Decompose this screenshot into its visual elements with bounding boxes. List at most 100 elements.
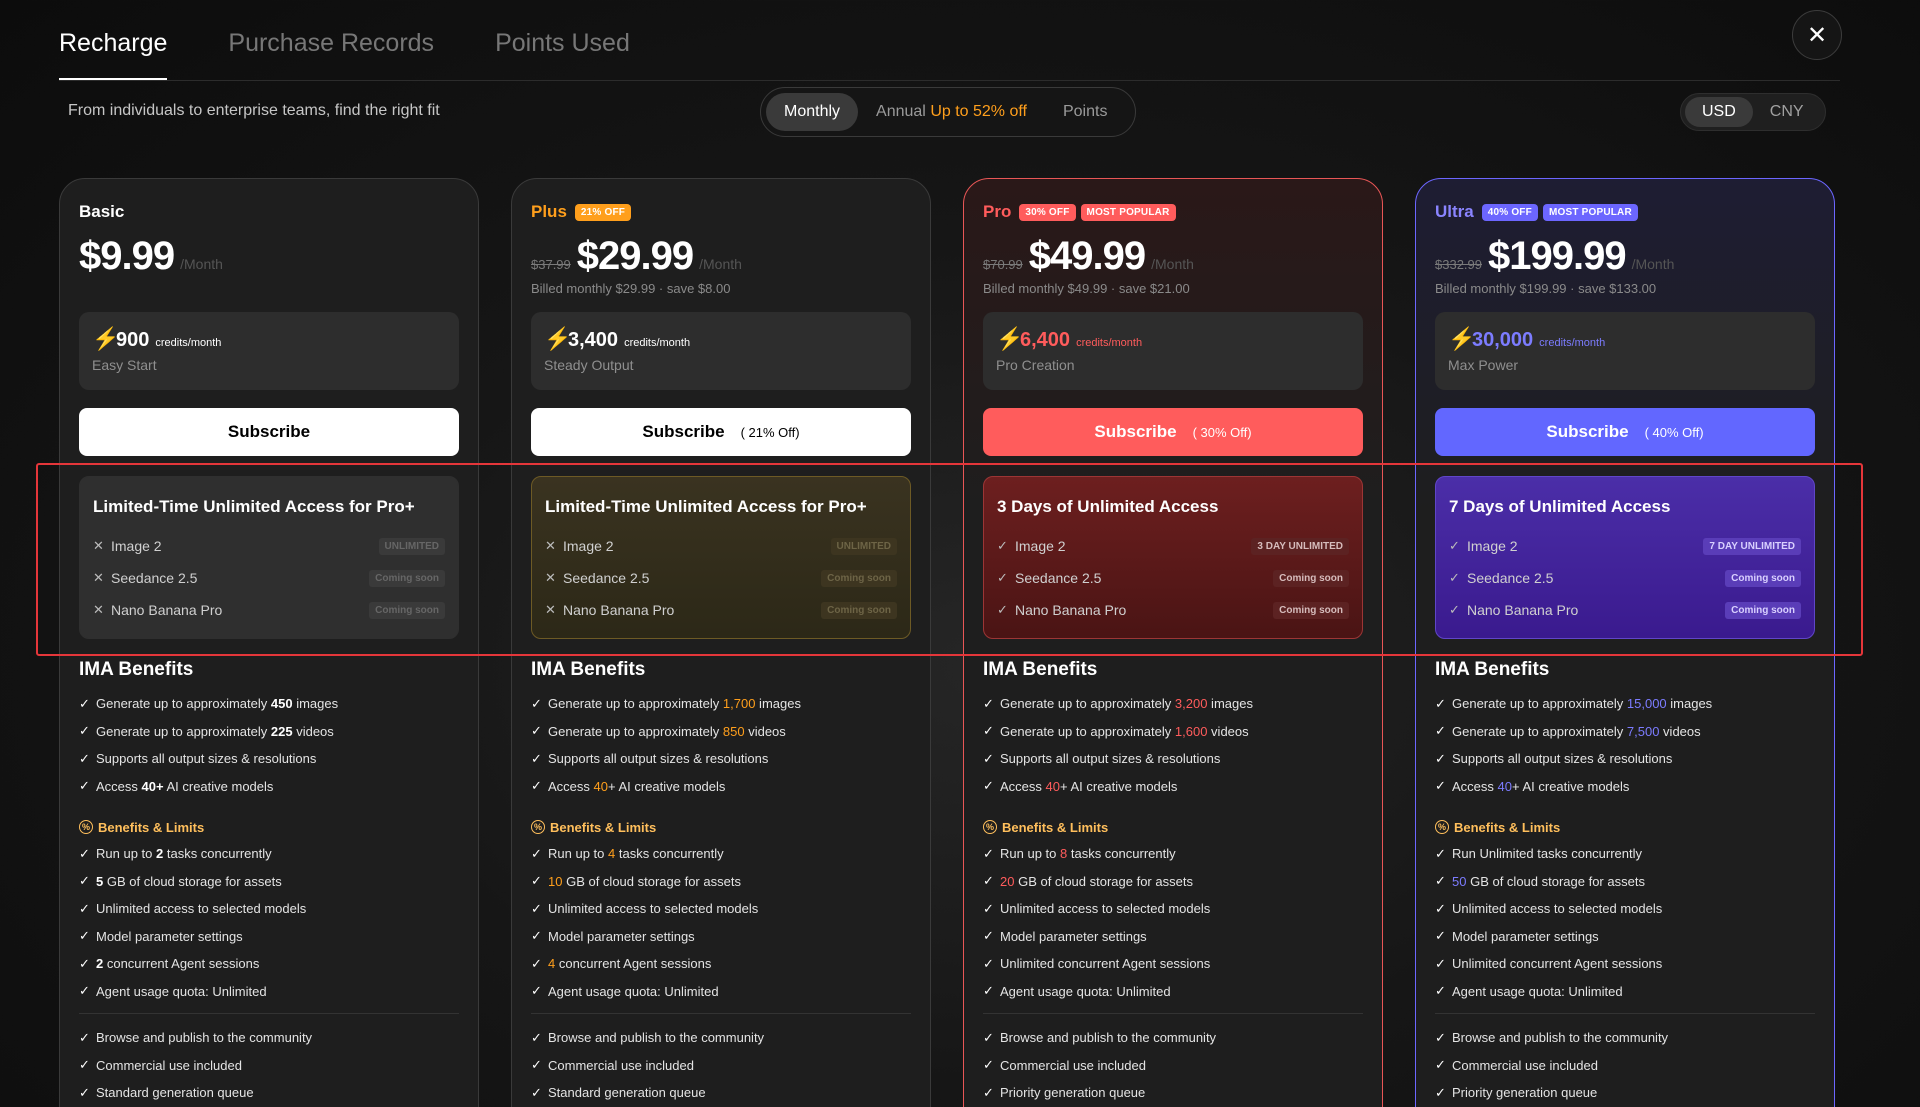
credits-box: ⚡ 900 credits/month Easy Start [79,312,459,390]
check-icon: ✓ [1435,845,1446,861]
x-icon: ✕ [93,538,104,553]
highlight-value: 10 [548,873,563,889]
list-item: ✓ Commercial use included [79,1057,242,1073]
list-item: ✓ Standard generation queue [79,1084,254,1101]
lightning-icon: ⚡ [1448,326,1476,351]
billing-note: Billed monthly $199.99 · save $133.00 [1435,281,1657,296]
model-name: Image 2 [1467,538,1518,554]
plan-name: Plus [531,202,567,221]
lightning-icon: ⚡ [544,326,572,351]
period-monthly[interactable]: Monthly [766,93,859,131]
plan-badge: 30% OFF [1019,203,1076,221]
access-row: ✕ Image 2 UNLIMITED [93,530,445,562]
list-item: ✓ Model parameter settings [983,928,1147,944]
access-row: ✓ Nano Banana Pro Coming soon [1449,594,1801,626]
extras-list: ✓ Browse and publish to the community ✓ Com… [79,1024,459,1107]
list-item: ✓ Commercial use included [983,1057,1146,1073]
access-row: ✓ Image 2 7 DAY UNLIMITED [1449,530,1801,562]
check-icon: ✓ [79,750,90,766]
check-icon: ✓ [983,695,994,711]
limits-list: ✓ Run Unlimited tasks concurrently ✓ 50 GB … [1435,840,1815,1005]
unlimited-access-box: Limited-Time Unlimited Access for Pro+ ✕ I… [79,476,459,639]
list-item: ✓ Supports all output sizes & resolutions [1435,750,1673,767]
list-item: ✓ Agent usage quota: Unlimited [983,983,1171,999]
x-icon: ✕ [545,602,556,617]
benefits-title: IMA Benefits [79,659,194,680]
old-price: $70.99 [983,257,1023,272]
list-item: ✓ Model parameter settings [1435,928,1599,944]
plan-badge: MOST POPULAR [1542,203,1638,221]
check-icon: ✓ [983,900,994,916]
access-row: ✕ Image 2 UNLIMITED [545,530,897,562]
check-icon: ✓ [79,983,90,999]
period-points[interactable]: Points [1045,93,1125,131]
subscribe-button[interactable]: Subscribe [79,408,459,456]
tab-purchase-records[interactable]: Purchase Records [228,29,434,80]
check-icon: ✓ [79,873,90,889]
highlight-value: 1,600 [1174,723,1208,739]
status-tag: Coming soon [821,601,897,619]
plan-card-plus: Plus 21% OFF $37.99 $29.99/Month Billed mont… [511,178,931,1107]
benefits-list: ✓ Generate up to approximately 15,000 ima… [1435,690,1815,800]
check-icon: ✓ [1435,1084,1446,1100]
check-icon: ✓ [79,1057,90,1073]
subscribe-button[interactable]: Subscribe ( 40% Off) [1435,408,1815,456]
status-tag: Coming soon [1273,569,1349,587]
credits-amount: 30,000 [1472,329,1534,351]
access-title: 3 Days of Unlimited Access [997,497,1219,516]
list-item: ✓ Supports all output sizes & resolutions [531,750,769,767]
subscribe-label: Subscribe [1094,422,1177,441]
check-icon: ✓ [79,928,90,944]
list-item: ✓ Unlimited access to selected models [531,900,759,917]
check-icon: ✓ [983,723,994,739]
limits-list: ✓ Run up to 2 tasks concurrently ✓ 5 GB of … [79,840,459,1005]
period-annual[interactable]: Annual Up to 52% off [858,93,1045,131]
currency-toggle: USD CNY [1680,93,1826,131]
close-button[interactable]: ✕ [1792,10,1842,60]
check-icon: ✓ [79,1084,90,1100]
extras-list: ✓ Browse and publish to the community ✓ Com… [531,1024,911,1107]
model-name: Nano Banana Pro [1467,602,1579,618]
tab-recharge[interactable]: Recharge [59,29,168,80]
access-row: ✓ Nano Banana Pro Coming soon [997,594,1349,626]
check-icon: ✓ [1449,538,1460,553]
plan-price: $199.99 [1488,234,1627,278]
extras-list: ✓ Browse and publish to the community ✓ Com… [1435,1024,1815,1107]
subscribe-button[interactable]: Subscribe ( 30% Off) [983,408,1363,456]
section-divider [531,1013,911,1014]
benefits-title: IMA Benefits [983,659,1098,680]
price-period: /Month [1631,256,1675,272]
plan-name: Ultra [1435,202,1474,221]
check-icon: ✓ [79,778,90,794]
price-period: /Month [699,256,742,272]
x-icon: ✕ [93,602,104,617]
subscribe-label: Subscribe [1546,422,1629,441]
check-icon: ✓ [531,1057,542,1073]
percent-icon: % [983,820,997,834]
list-item: ✓ Commercial use included [531,1057,694,1073]
model-name: Image 2 [1015,538,1066,554]
list-item: ✓ Agent usage quota: Unlimited [531,983,719,999]
model-name: Seedance 2.5 [1015,570,1102,586]
lightning-icon: ⚡ [92,326,120,351]
credits-subtitle: Steady Output [544,357,634,373]
check-icon: ✓ [1449,570,1460,585]
check-icon: ✓ [1435,873,1446,889]
list-item: ✓ Generate up to approximately 450 images [79,695,339,712]
subscribe-label: Subscribe [227,422,311,441]
check-icon: ✓ [531,1029,542,1045]
check-icon: ✓ [79,723,90,739]
access-row: ✕ Seedance 2.5 Coming soon [545,562,897,594]
currency-cny[interactable]: CNY [1753,97,1821,127]
highlight-value: 40 [593,778,608,794]
list-item: ✓ Unlimited access to selected models [983,900,1211,917]
currency-usd[interactable]: USD [1685,97,1753,127]
tab-points-used[interactable]: Points Used [495,29,630,80]
list-item: ✓ 10 GB of cloud storage for assets [531,873,741,889]
check-icon: ✓ [79,845,90,861]
check-icon: ✓ [983,928,994,944]
highlight-value: 20 [1000,873,1015,889]
subscribe-button[interactable]: Subscribe ( 21% Off) [531,408,911,456]
plan-badge: 40% OFF [1481,203,1538,221]
highlight-value: 850 [722,723,745,739]
